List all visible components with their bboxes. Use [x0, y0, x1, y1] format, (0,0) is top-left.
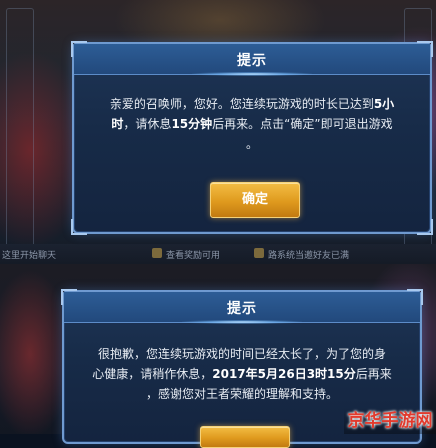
message-highlight: 2017年5月26日3时15分	[212, 367, 356, 381]
message-text: 很抱歉，您连续玩游戏的时间已经太长了，为了您的身	[97, 347, 386, 361]
message-text: ，请休息	[123, 117, 172, 131]
friend-icon	[254, 248, 264, 258]
corner-ornament	[417, 219, 433, 235]
background-status-strip: 这里开始聊天 查看奖励可用 路系统当邀好友已满	[0, 244, 436, 266]
confirm-button[interactable]	[200, 426, 290, 448]
message-highlight: 15分钟	[171, 117, 213, 131]
dialog-message: 亲爱的召唤师，您好。您连续玩游戏的时长已达到5小 时，请休息15分钟后再来。点击…	[88, 94, 416, 154]
corner-ornament	[71, 219, 87, 235]
reward-icon	[152, 248, 162, 258]
message-highlight: 时	[111, 117, 124, 131]
dialog-title: 提示	[237, 53, 267, 69]
dialog-message: 很抱歉，您连续玩游戏的时间已经太长了，为了您的身 心健康，请稍作休息，2017年…	[74, 344, 410, 404]
title-glow	[182, 320, 302, 324]
dialog-title-bar: 提示	[74, 44, 430, 76]
friend-hint-text: 路系统当邀好友已满	[268, 251, 350, 261]
chat-hint-text: 这里开始聊天	[2, 251, 57, 261]
message-text: 心健康，请稍作休息，	[92, 367, 213, 381]
message-text: 亲爱的召唤师，您好。您连续玩游戏的时长已达到	[109, 97, 374, 111]
dialog-title: 提示	[227, 301, 257, 317]
message-highlight: 5小	[373, 97, 395, 111]
anti-addiction-dialog: 提示 亲爱的召唤师，您好。您连续玩游戏的时长已达到5小 时，请休息15分钟后再来…	[71, 41, 433, 235]
site-watermark: 京华手游网	[344, 408, 436, 434]
dialog-title-bar: 提示	[64, 292, 420, 324]
message-text: 后再来。点击“确定”即可退出游戏	[212, 117, 393, 131]
confirm-button[interactable]: 确定	[210, 182, 300, 218]
message-text: ，感谢您对王者荣耀的理解和支持。	[145, 387, 338, 401]
left-panel-frame	[6, 8, 34, 250]
message-text: 。	[245, 137, 258, 151]
title-glow	[192, 72, 312, 76]
message-text: 后再来	[355, 367, 392, 381]
reward-hint-text: 查看奖励可用	[166, 251, 221, 261]
